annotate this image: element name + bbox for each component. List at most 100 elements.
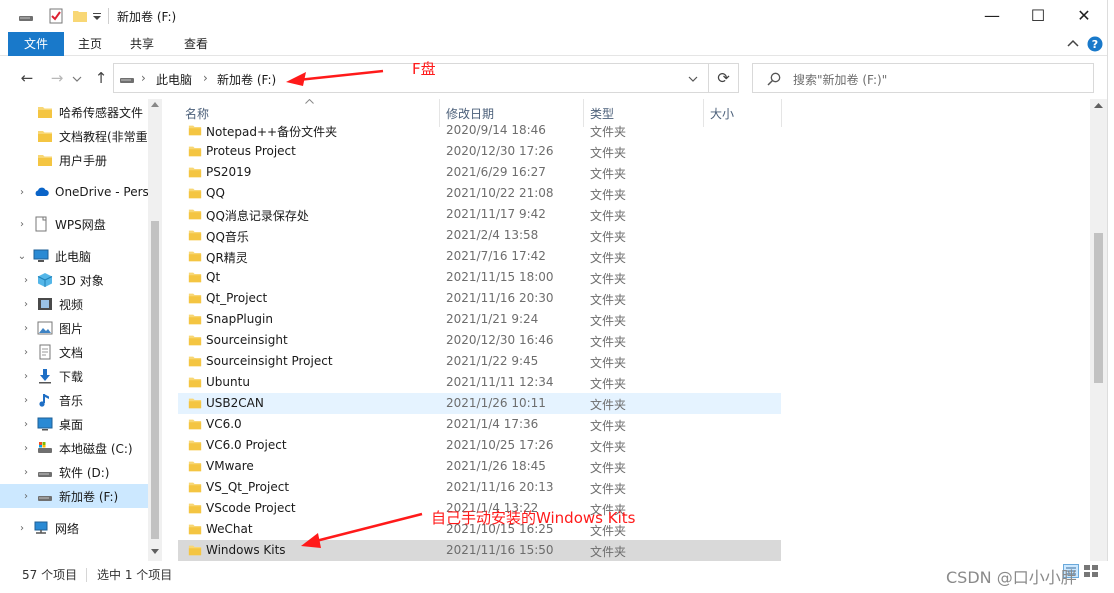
file-row[interactable]: QQ音乐 2021/2/4 13:58 文件夹 bbox=[178, 225, 781, 246]
address-dropdown-icon[interactable] bbox=[688, 75, 698, 83]
file-row[interactable]: Qt 2021/11/15 18:00 文件夹 bbox=[178, 267, 781, 288]
expand-chevron-icon[interactable]: › bbox=[20, 491, 32, 502]
help-icon[interactable]: ? bbox=[1087, 36, 1103, 52]
file-row[interactable]: QQ 2021/10/22 21:08 文件夹 bbox=[178, 183, 781, 204]
expand-chevron-icon[interactable]: › bbox=[20, 443, 32, 454]
file-row[interactable]: SnapPlugin 2021/1/21 9:24 文件夹 bbox=[178, 309, 781, 330]
sidebar-item[interactable]: 哈希传感器文件 bbox=[0, 100, 148, 124]
file-name: Ubuntu bbox=[206, 375, 250, 389]
tab-share[interactable]: 共享 bbox=[118, 32, 166, 56]
file-list-scrollbar-thumb[interactable] bbox=[1094, 233, 1103, 383]
sidebar-item[interactable]: › 软件 (D:) bbox=[0, 460, 148, 484]
sidebar-item[interactable]: › 桌面 bbox=[0, 412, 148, 436]
expand-chevron-icon[interactable]: › bbox=[20, 275, 32, 286]
file-row[interactable]: QR精灵 2021/7/16 17:42 文件夹 bbox=[178, 246, 781, 267]
maximize-button[interactable]: ☐ bbox=[1015, 0, 1061, 30]
file-type: 文件夹 bbox=[590, 314, 627, 328]
minimize-button[interactable]: — bbox=[969, 0, 1015, 30]
file-date: 2021/1/26 10:11 bbox=[446, 396, 546, 410]
status-item-count: 57 个项目 bbox=[22, 568, 78, 582]
expand-chevron-icon[interactable]: › bbox=[16, 219, 28, 230]
title-bar: 新加卷 (F:) — ☐ ✕ bbox=[0, 0, 1114, 32]
recent-locations-icon[interactable] bbox=[72, 75, 82, 83]
file-date: 2021/1/4 17:36 bbox=[446, 417, 539, 431]
file-row[interactable]: VS_Qt_Project 2021/11/16 20:13 文件夹 bbox=[178, 477, 781, 498]
sidebar-item[interactable]: › 音乐 bbox=[0, 388, 148, 412]
address-bar[interactable]: › 此电脑 › 新加卷 (F:) bbox=[113, 63, 709, 93]
sidebar-item[interactable]: 用户手册 bbox=[0, 148, 148, 172]
tab-file[interactable]: 文件 bbox=[8, 32, 64, 56]
sidebar-item-label: 文档教程(非常重 bbox=[59, 129, 148, 144]
sidebar-scrollbar-thumb[interactable] bbox=[151, 221, 159, 539]
file-row[interactable]: VC6.0 Project 2021/10/25 17:26 文件夹 bbox=[178, 435, 781, 456]
close-button[interactable]: ✕ bbox=[1061, 0, 1107, 30]
sidebar-item[interactable]: ⌄ 此电脑 bbox=[0, 244, 148, 268]
sidebar-scrollbar[interactable] bbox=[148, 99, 162, 561]
properties-icon[interactable] bbox=[48, 8, 64, 24]
file-row[interactable]: PS2019 2021/6/29 16:27 文件夹 bbox=[178, 162, 781, 183]
refresh-button[interactable]: ⟳ bbox=[709, 63, 739, 93]
sidebar-item[interactable]: › 图片 bbox=[0, 316, 148, 340]
scroll-up-icon[interactable] bbox=[1094, 102, 1103, 108]
file-row[interactable]: Sourceinsight Project 2021/1/22 9:45 文件夹 bbox=[178, 351, 781, 372]
tab-home[interactable]: 主页 bbox=[66, 32, 114, 56]
expand-chevron-icon[interactable]: › bbox=[16, 523, 28, 534]
expand-chevron-icon[interactable]: › bbox=[16, 187, 28, 198]
folder-icon bbox=[188, 459, 202, 474]
file-type: 文件夹 bbox=[590, 167, 627, 181]
expand-chevron-icon[interactable]: ⌄ bbox=[16, 251, 28, 262]
sidebar-item[interactable]: › 下载 bbox=[0, 364, 148, 388]
column-divider[interactable] bbox=[781, 99, 782, 127]
file-row[interactable]: VC6.0 2021/1/4 17:36 文件夹 bbox=[178, 414, 781, 435]
music-icon bbox=[37, 392, 53, 408]
breadcrumb-drive-f[interactable]: 新加卷 (F:) bbox=[217, 71, 276, 88]
up-button[interactable]: ↑ bbox=[91, 68, 111, 88]
file-list-scrollbar[interactable] bbox=[1090, 99, 1107, 561]
expand-chevron-icon[interactable]: › bbox=[20, 419, 32, 430]
customize-quick-access-icon[interactable] bbox=[92, 8, 102, 24]
network-icon bbox=[33, 520, 49, 536]
forward-button[interactable]: → bbox=[47, 68, 67, 88]
file-date: 2021/11/16 15:50 bbox=[446, 543, 554, 557]
sidebar-item[interactable]: › 文档 bbox=[0, 340, 148, 364]
sidebar-item[interactable]: › 网络 bbox=[0, 516, 148, 540]
expand-chevron-icon[interactable]: › bbox=[20, 347, 32, 358]
large-icons-view-icon[interactable] bbox=[1083, 564, 1099, 578]
expand-chevron-icon[interactable]: › bbox=[20, 299, 32, 310]
file-row[interactable]: Qt_Project 2021/11/16 20:30 文件夹 bbox=[178, 288, 781, 309]
file-row[interactable]: VMware 2021/1/26 18:45 文件夹 bbox=[178, 456, 781, 477]
file-date: 2021/11/16 20:30 bbox=[446, 291, 554, 305]
sidebar-item-label: WPS网盘 bbox=[55, 217, 106, 232]
file-name: Qt_Project bbox=[206, 291, 268, 305]
expand-chevron-icon[interactable]: › bbox=[20, 467, 32, 478]
sidebar-item[interactable]: › 3D 对象 bbox=[0, 268, 148, 292]
sidebar-item[interactable]: › 视频 bbox=[0, 292, 148, 316]
new-folder-icon[interactable] bbox=[72, 8, 88, 24]
tab-view[interactable]: 查看 bbox=[170, 32, 222, 56]
scroll-up-icon[interactable] bbox=[151, 101, 159, 107]
expand-chevron-icon[interactable]: › bbox=[20, 395, 32, 406]
breadcrumb-this-pc[interactable]: 此电脑 bbox=[156, 71, 192, 88]
sidebar-item[interactable]: › 本地磁盘 (C:) bbox=[0, 436, 148, 460]
expand-chevron-icon[interactable]: › bbox=[20, 323, 32, 334]
file-row[interactable]: Windows Kits 2021/11/16 15:50 文件夹 bbox=[178, 540, 781, 561]
search-box[interactable]: 搜索"新加卷 (F:)" bbox=[752, 63, 1094, 93]
file-name: Notepad++备份文件夹 bbox=[206, 125, 338, 139]
file-row[interactable]: QQ消息记录保存处 2021/11/17 9:42 文件夹 bbox=[178, 204, 781, 225]
file-row[interactable]: Notepad++备份文件夹 2020/9/14 18:46 文件夹 bbox=[178, 120, 781, 141]
file-row[interactable]: Proteus Project 2020/12/30 17:26 文件夹 bbox=[178, 141, 781, 162]
file-date: 2021/10/25 17:26 bbox=[446, 438, 554, 452]
back-button[interactable]: ← bbox=[17, 68, 37, 88]
sidebar-item-label: 3D 对象 bbox=[59, 273, 104, 288]
file-row[interactable]: Ubuntu 2021/11/11 12:34 文件夹 bbox=[178, 372, 781, 393]
sidebar-item-label: 图片 bbox=[59, 321, 84, 336]
file-row[interactable]: Sourceinsight 2020/12/30 16:46 文件夹 bbox=[178, 330, 781, 351]
file-row[interactable]: USB2CAN 2021/1/26 10:11 文件夹 bbox=[178, 393, 781, 414]
sidebar-item[interactable]: › WPS网盘 bbox=[0, 212, 148, 236]
sidebar-item[interactable]: › OneDrive - Perso bbox=[0, 180, 148, 204]
sidebar-item[interactable]: 文档教程(非常重 bbox=[0, 124, 148, 148]
scroll-down-icon[interactable] bbox=[151, 549, 159, 555]
expand-ribbon-icon[interactable] bbox=[1066, 37, 1080, 51]
expand-chevron-icon[interactable]: › bbox=[20, 371, 32, 382]
sidebar-item[interactable]: › 新加卷 (F:) bbox=[0, 484, 148, 508]
